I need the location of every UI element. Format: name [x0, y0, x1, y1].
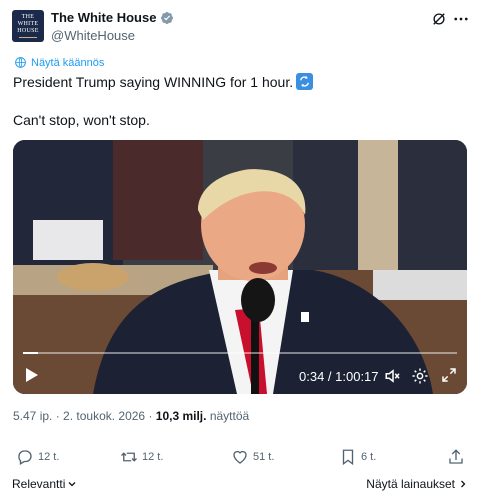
translate-link[interactable]: Näytä käännös — [14, 56, 104, 69]
action-bar: 12 t. 12 t. 51 t. 6 t. — [13, 448, 467, 468]
handle[interactable]: @WhiteHouse — [51, 28, 174, 43]
settings-icon[interactable] — [411, 367, 429, 385]
like-count: 51 t. — [253, 451, 275, 463]
avatar-text-line1: THE — [21, 14, 35, 20]
fullscreen-icon[interactable] — [441, 367, 457, 383]
views-label: näyttöä — [206, 409, 250, 423]
reply-icon — [18, 450, 32, 465]
volume-icon[interactable] — [384, 367, 402, 385]
chevron-right-icon — [461, 480, 466, 488]
reply-count: 12 t. — [38, 451, 60, 463]
video-frame — [13, 140, 467, 394]
like-icon — [233, 450, 247, 464]
video-time: 0:34 / 1:00:17 — [299, 369, 379, 384]
author-name-row[interactable]: The White House — [51, 9, 174, 26]
bookmark-button[interactable]: 6 t. — [339, 448, 376, 466]
tweet-line-1-text: President Trump saying WINNING for 1 hou… — [13, 74, 294, 90]
meta-separator-1: · — [52, 409, 64, 423]
reply-button[interactable]: 12 t. — [16, 448, 59, 466]
translate-label[interactable]: Näytä käännös — [31, 57, 104, 69]
tweet-text: President Trump saying WINNING for 1 hou… — [13, 73, 463, 130]
author-info: The White House @WhiteHouse — [51, 9, 174, 43]
tweet-time[interactable]: 5.47 ip. — [13, 409, 52, 423]
avatar-text-line3: HOUSE — [17, 28, 39, 34]
bookmark-count: 6 t. — [361, 451, 377, 463]
play-icon[interactable] — [25, 367, 39, 383]
video-progress-fill — [23, 352, 39, 354]
translate-icon — [15, 57, 26, 68]
grok-icon[interactable] — [430, 10, 448, 28]
sort-dropdown[interactable]: Relevantti — [12, 477, 77, 491]
tweet-header: THE WHITE HOUSE The White House @WhiteHo… — [12, 8, 468, 48]
share-icon — [449, 449, 463, 464]
repost-button[interactable]: 12 t. — [120, 448, 163, 466]
meta-separator-2: · — [145, 409, 156, 423]
avatar-text-line2: WHITE — [17, 21, 39, 27]
share-button[interactable] — [447, 448, 465, 466]
video-progress-bar[interactable] — [23, 352, 457, 354]
repost-icon — [121, 452, 137, 462]
display-name[interactable]: The White House — [51, 10, 156, 25]
tweet-line-2: Can't stop, won't stop. — [13, 112, 150, 128]
chevron-down-icon — [68, 482, 76, 487]
sort-label[interactable]: Relevantti — [12, 477, 65, 491]
quotes-label[interactable]: Näytä lainaukset — [366, 477, 455, 491]
repeat-emoji-icon — [296, 73, 314, 90]
like-button[interactable]: 51 t. — [231, 448, 274, 466]
more-icon[interactable] — [452, 10, 470, 28]
tweet-meta: 5.47 ip. · 2. toukok. 2026 · 10,3 milj. … — [13, 409, 249, 423]
views-count: 10,3 milj. — [155, 409, 207, 423]
repost-count: 12 t. — [142, 451, 164, 463]
bookmark-icon — [342, 449, 354, 466]
verified-badge-icon — [161, 11, 174, 24]
video-player[interactable]: 0:34 / 1:00:17 — [13, 140, 467, 394]
tweet-line-1: President Trump saying WINNING for 1 hou… — [13, 73, 463, 92]
tweet-date[interactable]: 2. toukok. 2026 — [63, 409, 145, 423]
view-quotes-link[interactable]: Näytä lainaukset — [366, 477, 468, 491]
avatar[interactable]: THE WHITE HOUSE — [12, 10, 44, 42]
avatar-rule — [19, 37, 37, 38]
